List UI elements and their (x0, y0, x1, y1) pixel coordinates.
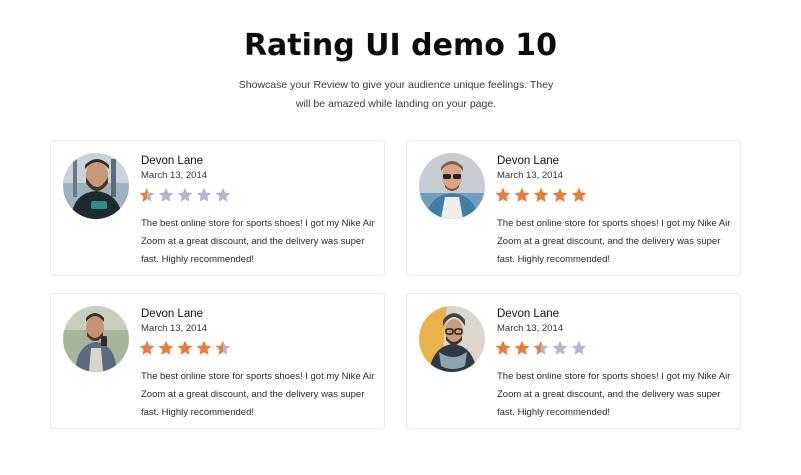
review-card: Devon Lane March 13, 2014 The best onlin… (50, 293, 385, 429)
page-subtitle: Showcase your Review to give your audien… (238, 79, 554, 110)
star-filled-icon (196, 340, 212, 355)
avatar (63, 153, 129, 219)
star-filled-icon (158, 340, 174, 355)
avatar (63, 306, 129, 372)
star-empty-icon (158, 187, 174, 202)
star-rating (139, 187, 231, 203)
star-half-icon (533, 340, 549, 355)
review-card: Devon Lane March 13, 2014 The best onlin… (406, 293, 741, 429)
star-rating (495, 340, 587, 356)
star-filled-icon (177, 340, 193, 355)
avatar (419, 153, 485, 219)
review-text: The best online store for sports shoes! … (141, 371, 375, 418)
avatar (419, 306, 485, 372)
review-date: March 13, 2014 (497, 170, 564, 181)
page-title: Rating UI demo 10 (243, 28, 558, 63)
star-empty-icon (552, 340, 568, 355)
review-text: The best online store for sports shoes! … (497, 218, 731, 265)
star-filled-icon (495, 340, 511, 355)
star-empty-icon (571, 340, 587, 355)
star-empty-icon (196, 187, 212, 202)
star-filled-icon (514, 340, 530, 355)
star-filled-icon (571, 187, 587, 202)
star-filled-icon (495, 187, 511, 202)
review-card: Devon Lane March 13, 2014 The best onlin… (50, 140, 385, 276)
star-filled-icon (514, 187, 530, 202)
reviewer-name: Devon Lane (497, 308, 560, 320)
review-text: The best online store for sports shoes! … (497, 371, 731, 418)
review-text: The best online store for sports shoes! … (141, 218, 375, 265)
reviewer-name: Devon Lane (141, 155, 204, 167)
star-half-icon (215, 340, 231, 355)
reviewer-name: Devon Lane (497, 155, 560, 167)
star-filled-icon (552, 187, 568, 202)
star-filled-icon (139, 340, 155, 355)
star-filled-icon (533, 187, 549, 202)
star-empty-icon (177, 187, 193, 202)
review-date: March 13, 2014 (141, 170, 208, 181)
review-date: March 13, 2014 (497, 323, 564, 334)
star-rating (495, 187, 587, 203)
star-rating (139, 340, 231, 356)
star-half-icon (139, 187, 155, 202)
review-card: Devon Lane March 13, 2014 The best onlin… (406, 140, 741, 276)
review-date: March 13, 2014 (141, 323, 208, 334)
star-empty-icon (215, 187, 231, 202)
reviewer-name: Devon Lane (141, 308, 204, 320)
